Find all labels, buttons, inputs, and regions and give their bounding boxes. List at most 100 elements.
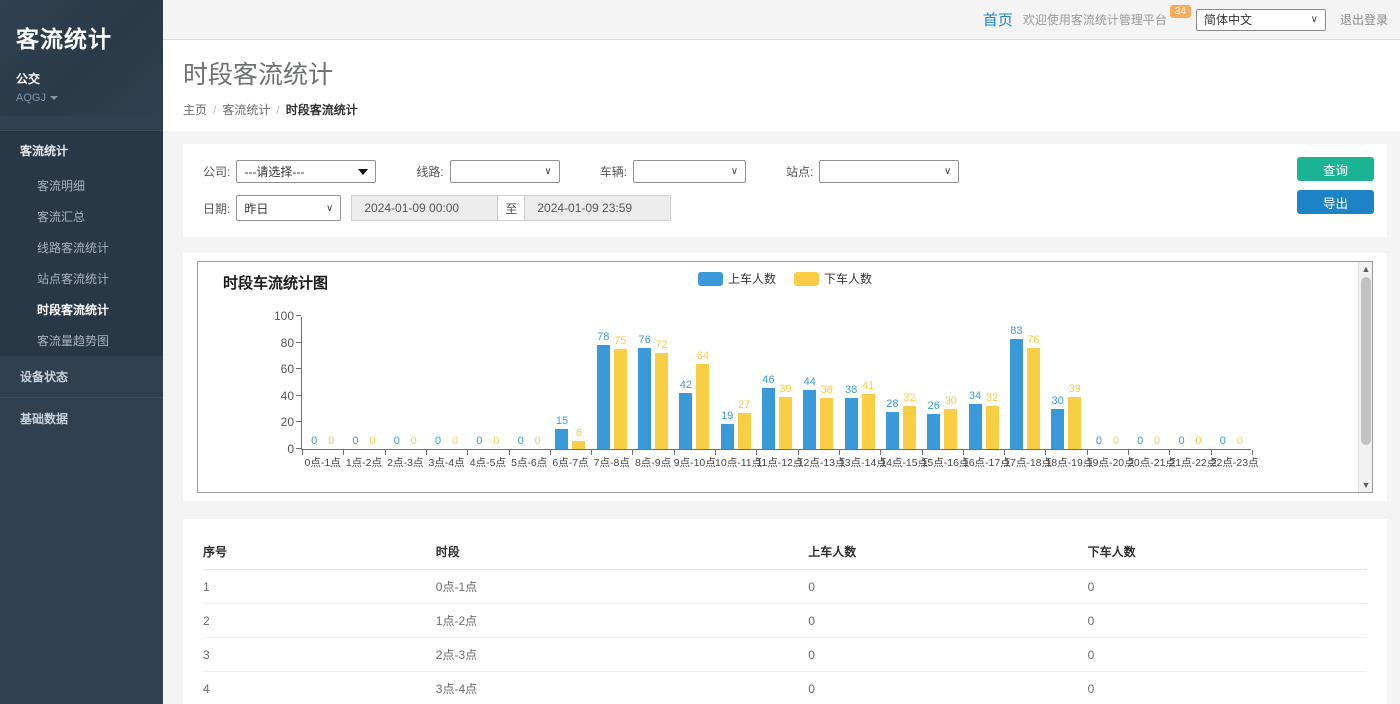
chart-vertical-scrollbar[interactable]: ▲ ▼ bbox=[1358, 262, 1372, 492]
bar bbox=[803, 390, 816, 449]
date-to-input[interactable]: 2024-01-09 23:59 bbox=[525, 195, 671, 221]
vehicle-label: 车辆: bbox=[600, 163, 627, 180]
sidebar-subitem[interactable]: 客流量趋势图 bbox=[0, 325, 163, 356]
bar bbox=[762, 388, 775, 449]
date-preset-select[interactable]: 昨日∨ bbox=[236, 195, 341, 221]
x-axis-category-label: 5点-6点 bbox=[509, 455, 550, 470]
table-cell: 1 bbox=[203, 570, 436, 604]
content-wrapper: 公司: ---请选择--- 线路: ∨ 车辆: ∨ bbox=[163, 131, 1400, 704]
date-label: 日期: bbox=[203, 200, 230, 217]
breadcrumb-item[interactable]: 主页 bbox=[183, 103, 207, 117]
bar-group: 192710点-11点 bbox=[715, 317, 756, 449]
bar bbox=[927, 414, 940, 449]
station-select[interactable]: ∨ bbox=[819, 160, 959, 183]
main-area: 首页 欢迎使用客流统计管理平台 34 简体中文∨ 退出登录 时段客流统计 主页/… bbox=[163, 0, 1400, 704]
filter-row-1: 公司: ---请选择--- 线路: ∨ 车辆: ∨ bbox=[203, 160, 1374, 183]
logo-area: 客流统计 公交 AQGJ bbox=[0, 0, 163, 116]
sidebar-subitem[interactable]: 线路客流统计 bbox=[0, 232, 163, 263]
chart-container: 时段车流统计图 上车人数下车人数 020406080100000点-1点001点… bbox=[197, 261, 1373, 493]
table-cell: 0 bbox=[1088, 672, 1367, 704]
bar bbox=[1051, 409, 1064, 449]
legend-swatch bbox=[794, 272, 819, 286]
bar-group: 837617点-18点 bbox=[1004, 317, 1045, 449]
sidebar-subitem[interactable]: 时段客流统计 bbox=[0, 294, 163, 325]
line-select[interactable]: ∨ bbox=[450, 160, 560, 183]
table-row: 43点-4点00 bbox=[203, 672, 1367, 704]
sidebar-subitem[interactable]: 客流汇总 bbox=[0, 201, 163, 232]
vehicle-filter: 车辆: ∨ bbox=[600, 160, 746, 183]
bar-value-label: 41 bbox=[853, 380, 883, 392]
sidebar-subitem[interactable]: 站点客流统计 bbox=[0, 263, 163, 294]
table-column-header: 上车人数 bbox=[808, 533, 1087, 570]
bar-group: 1566点-7点 bbox=[550, 317, 591, 449]
chart-plot: 020406080100000点-1点001点-2点002点-3点003点-4点… bbox=[301, 317, 1251, 450]
chart-legend: 上车人数 下车人数 bbox=[698, 270, 872, 287]
org-code-dropdown[interactable]: AQGJ bbox=[16, 92, 149, 104]
x-axis-category-label: 12点-13点 bbox=[798, 455, 839, 470]
bar-group: 384113点-14点 bbox=[839, 317, 880, 449]
table-cell: 0点-1点 bbox=[436, 570, 808, 604]
y-axis-tick bbox=[296, 395, 301, 396]
chevron-down-icon bbox=[50, 96, 58, 100]
y-axis-tick bbox=[296, 315, 301, 316]
bar-group: 78757点-8点 bbox=[591, 317, 632, 449]
vehicle-select[interactable]: ∨ bbox=[633, 160, 746, 183]
sidebar-nav: 客流统计 客流明细客流汇总线路客流统计站点客流统计时段客流统计客流量趋势图 设备… bbox=[0, 130, 163, 439]
x-axis-category-label: 21点-22点 bbox=[1169, 455, 1210, 470]
table-panel: 序号时段上车人数下车人数 10点-1点0021点-2点0032点-3点0043点… bbox=[183, 519, 1387, 704]
y-axis-tick bbox=[296, 448, 301, 449]
sidebar-item[interactable]: 基础数据 bbox=[0, 397, 163, 439]
x-axis-category-label: 10点-11点 bbox=[715, 455, 756, 470]
bar bbox=[1010, 339, 1023, 449]
station-label: 站点: bbox=[786, 163, 813, 180]
query-button[interactable]: 查询 bbox=[1297, 157, 1374, 181]
bar bbox=[845, 398, 858, 449]
scroll-up-icon[interactable]: ▲ bbox=[1359, 262, 1373, 276]
sidebar-item[interactable]: 设备状态 bbox=[0, 356, 163, 397]
org-name: 公交 bbox=[16, 70, 149, 87]
bar bbox=[597, 345, 610, 449]
x-axis-category-label: 16点-17点 bbox=[963, 455, 1004, 470]
y-axis-tick bbox=[296, 421, 301, 422]
company-select[interactable]: ---请选择--- bbox=[236, 160, 376, 183]
export-button[interactable]: 导出 bbox=[1297, 190, 1374, 214]
bar-value-label: 27 bbox=[729, 399, 759, 411]
x-axis-category-label: 7点-8点 bbox=[591, 455, 632, 470]
logout-link[interactable]: 退出登录 bbox=[1340, 11, 1388, 28]
app-logo: 客流统计 bbox=[16, 20, 149, 54]
bar-value-label: 32 bbox=[977, 392, 1007, 404]
table-row: 10点-1点00 bbox=[203, 570, 1367, 604]
line-label: 线路: bbox=[416, 163, 443, 180]
sidebar-item-passenger-stats[interactable]: 客流统计 bbox=[0, 131, 163, 170]
scrollbar-thumb[interactable] bbox=[1361, 277, 1371, 445]
language-select[interactable]: 简体中文∨ bbox=[1196, 9, 1326, 31]
date-from-input[interactable]: 2024-01-09 00:00 bbox=[351, 195, 497, 221]
y-axis-tick bbox=[296, 368, 301, 369]
bar-value-label: 0 bbox=[523, 435, 553, 447]
bar-value-label: 39 bbox=[1060, 383, 1090, 395]
bar bbox=[721, 424, 734, 449]
scroll-down-icon[interactable]: ▼ bbox=[1359, 478, 1373, 492]
table-cell: 1点-2点 bbox=[436, 604, 808, 638]
legend-swatch bbox=[698, 272, 723, 286]
legend-item[interactable]: 上车人数 bbox=[698, 270, 776, 287]
filter-row-2: 日期: 昨日∨ 2024-01-09 00:00 至 2024-01-09 23… bbox=[203, 195, 1374, 221]
table-column-header: 下车人数 bbox=[1088, 533, 1367, 570]
x-axis-category-label: 13点-14点 bbox=[839, 455, 880, 470]
bar-group: 0021点-22点 bbox=[1169, 317, 1210, 449]
breadcrumb-item[interactable]: 客流统计 bbox=[222, 103, 270, 117]
x-axis-tick bbox=[1252, 450, 1253, 455]
x-axis-category-label: 15点-16点 bbox=[922, 455, 963, 470]
legend-item[interactable]: 下车人数 bbox=[794, 270, 872, 287]
y-axis-tick-label: 100 bbox=[254, 309, 294, 323]
table-cell: 0 bbox=[808, 638, 1087, 672]
home-link[interactable]: 首页 bbox=[983, 9, 1013, 30]
bar-value-label: 76 bbox=[1018, 334, 1048, 346]
x-axis-category-label: 0点-1点 bbox=[302, 455, 343, 470]
bar bbox=[862, 394, 875, 449]
welcome-text: 欢迎使用客流统计管理平台 bbox=[1023, 11, 1167, 28]
table-cell: 0 bbox=[1088, 604, 1367, 638]
sidebar-submenu: 客流明细客流汇总线路客流统计站点客流统计时段客流统计客流量趋势图 bbox=[0, 170, 163, 356]
chevron-down-icon: ∨ bbox=[1311, 14, 1318, 25]
sidebar-subitem[interactable]: 客流明细 bbox=[0, 170, 163, 201]
